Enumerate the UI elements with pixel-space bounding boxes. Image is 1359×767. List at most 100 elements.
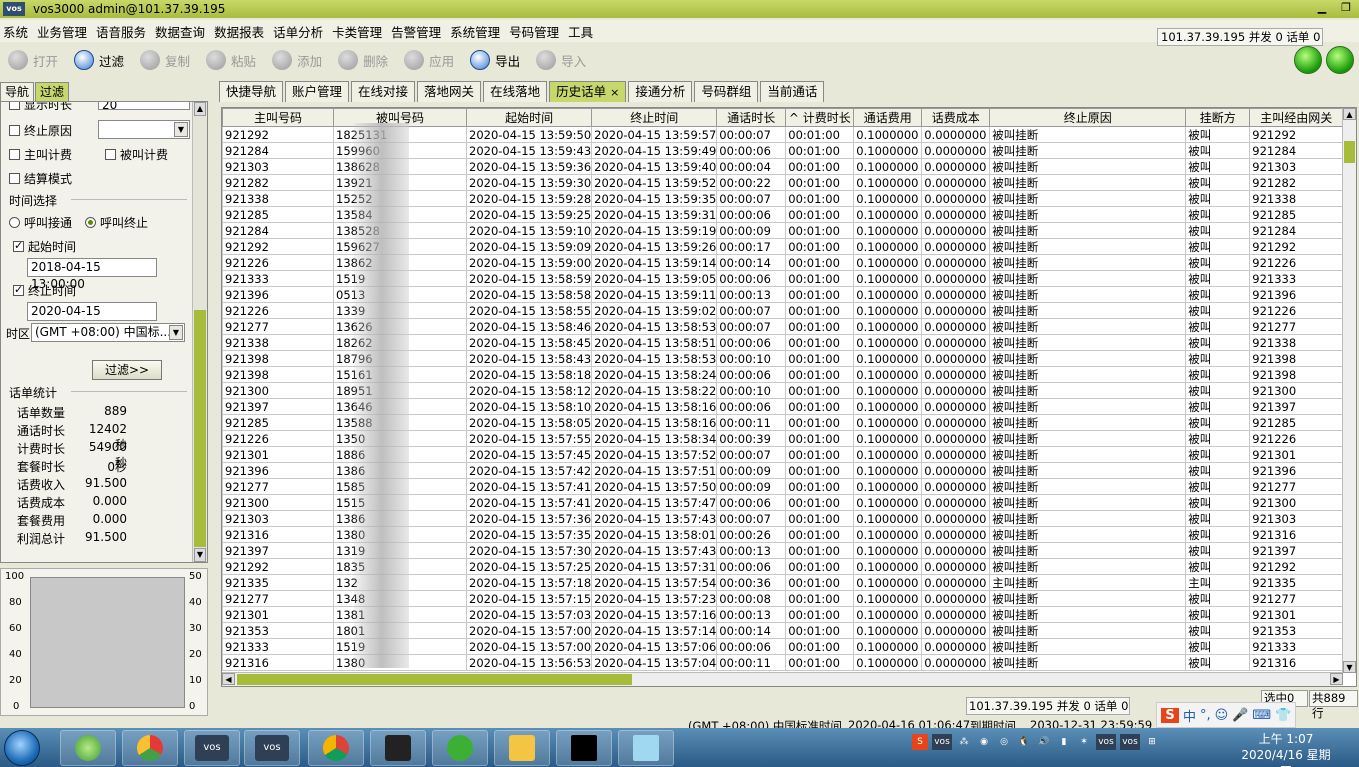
column-header[interactable]: 通话费用 — [853, 108, 923, 127]
vos-taskbar-icon[interactable]: vos — [184, 730, 240, 766]
radio-connect-row[interactable]: 呼叫接通 — [9, 214, 72, 231]
vos-taskbar-icon[interactable]: vos — [244, 730, 300, 766]
restore-button[interactable]: ❐ — [1337, 1, 1355, 14]
end-reason-checkbox[interactable] — [9, 125, 20, 136]
scroll-thumb[interactable] — [1344, 141, 1355, 163]
notepad-taskbar-icon[interactable] — [618, 730, 674, 766]
timezone-select[interactable]: (GMT +08:00) 中国标... ▼ — [31, 323, 185, 342]
paste-button[interactable]: 粘贴 — [206, 50, 256, 70]
end-time-input[interactable]: 2020-04-15 14:00:00 — [27, 302, 157, 335]
menu-voice[interactable]: 语音服务 — [93, 22, 152, 41]
vos-tray-icon[interactable]: vos — [1096, 734, 1116, 750]
scroll-up-icon[interactable]: ▲ — [194, 102, 206, 116]
tab-current-calls[interactable]: 当前通话 — [760, 81, 825, 102]
minimize-button[interactable]: ▁ — [1313, 1, 1331, 14]
app-tray-icon[interactable]: ◉ — [976, 734, 992, 750]
start-time-checkbox[interactable] — [13, 239, 24, 252]
import-button[interactable]: 导入 — [536, 50, 586, 70]
export-button[interactable]: 导出 — [470, 50, 520, 70]
tab-online-landing[interactable]: 在线落地 — [483, 81, 548, 102]
ime-emoji-icon[interactable]: ☺ — [1215, 708, 1229, 723]
start-button[interactable] — [4, 730, 40, 766]
duration-input[interactable]: 20 — [98, 102, 190, 112]
filter-button[interactable]: 过滤 — [74, 50, 124, 70]
tab-navigation[interactable]: 导航 — [0, 82, 35, 101]
explorer-taskbar-icon[interactable] — [494, 730, 550, 766]
scroll-down-icon[interactable]: ▼ — [1343, 661, 1356, 673]
menu-sysadmin[interactable]: 系统管理 — [447, 22, 506, 41]
ie-taskbar-icon[interactable] — [60, 730, 116, 766]
chrome-taskbar-icon[interactable] — [308, 730, 364, 766]
wechat-taskbar-icon[interactable] — [432, 730, 488, 766]
tab-quick-nav[interactable]: 快捷导航 — [219, 81, 284, 102]
ime-mode-chinese[interactable]: 中 — [1183, 706, 1196, 725]
duration-checkbox[interactable] — [9, 102, 20, 110]
scroll-left-icon[interactable]: ◀ — [222, 673, 235, 685]
column-header[interactable]: ^ 计费时长 — [785, 108, 855, 127]
power-icon[interactable]: ▮ — [1056, 734, 1072, 750]
settlement-checkbox[interactable] — [9, 173, 20, 184]
menu-tools[interactable]: 工具 — [565, 22, 599, 41]
left-panel-scrollbar[interactable]: ▲ ▼ — [192, 102, 207, 562]
vos-tray-icon[interactable]: vos — [932, 734, 952, 750]
ime-voice-icon[interactable]: 🎤 — [1232, 708, 1248, 723]
end-reason-select[interactable]: ▼ — [98, 120, 190, 139]
ime-tray-icon[interactable]: ⊞ — [1144, 734, 1160, 750]
menu-alarm[interactable]: 告警管理 — [388, 22, 447, 41]
browser-e-taskbar-icon[interactable] — [122, 730, 178, 766]
column-header[interactable]: 主叫号码 — [222, 108, 334, 127]
tab-number-group[interactable]: 号码群组 — [694, 81, 759, 102]
network-tray-icon[interactable]: ⁂ — [956, 734, 972, 750]
tab-history-cdr[interactable]: 历史话单 × — [549, 81, 627, 102]
scroll-down-icon[interactable]: ▼ — [194, 548, 206, 562]
tab-filter[interactable]: 过滤 — [35, 82, 70, 101]
menu-system[interactable]: 系统 — [0, 22, 34, 41]
delete-button[interactable]: 删除 — [338, 50, 388, 70]
column-header[interactable]: 终止原因 — [989, 108, 1187, 127]
menu-number[interactable]: 号码管理 — [506, 22, 565, 41]
apply-filter-button[interactable]: 过滤>> — [92, 360, 162, 380]
menu-cdr-analysis[interactable]: 话单分析 — [270, 22, 329, 41]
column-header[interactable]: 起始时间 — [465, 108, 593, 127]
ime-punctuation-icon[interactable]: °, — [1200, 708, 1211, 723]
scroll-thumb[interactable] — [194, 310, 206, 547]
close-icon[interactable]: × — [610, 86, 619, 99]
tab-landing-gateway[interactable]: 落地网关 — [417, 81, 482, 102]
caller-billing-checkbox[interactable] — [9, 149, 20, 160]
radio-end[interactable] — [85, 217, 96, 228]
column-header[interactable]: 通话时长 — [716, 108, 787, 127]
column-header[interactable]: 挂断方 — [1185, 108, 1251, 127]
radio-connect[interactable] — [9, 217, 20, 228]
tab-accounts[interactable]: 账户管理 — [285, 81, 350, 102]
column-header[interactable]: 主叫经由网关 — [1249, 108, 1344, 127]
vos-tray-icon[interactable]: vos — [1120, 734, 1140, 750]
network-tool-taskbar-icon[interactable] — [370, 730, 426, 766]
clock[interactable]: 上午 1:07 2020/4/16 星期四 — [1236, 731, 1336, 767]
scroll-right-icon[interactable]: ▶ — [1330, 673, 1343, 685]
ime-keyboard-icon[interactable]: ⌨ — [1252, 708, 1271, 723]
open-button[interactable]: 打开 — [8, 50, 58, 70]
copy-button[interactable]: 复制 — [140, 50, 190, 70]
bluetooth-icon[interactable]: ✶ — [1076, 734, 1092, 750]
column-header[interactable]: 终止时间 — [591, 108, 718, 127]
menu-report[interactable]: 数据报表 — [211, 22, 270, 41]
radio-end-row[interactable]: 呼叫终止 — [85, 214, 148, 231]
menu-business[interactable]: 业务管理 — [34, 22, 93, 41]
callee-billing-checkbox[interactable] — [105, 149, 116, 160]
start-time-input[interactable]: 2018-04-15 13:00:00 — [27, 258, 157, 291]
cmd-taskbar-icon[interactable] — [556, 730, 612, 766]
qq-tray-icon[interactable]: 🐧 — [1016, 734, 1032, 750]
menu-card[interactable]: 卡类管理 — [329, 22, 388, 41]
tab-connect-analysis[interactable]: 接通分析 — [628, 81, 693, 102]
sogou-tray-icon[interactable]: S — [912, 734, 928, 750]
table-vertical-scrollbar[interactable]: ▲ ▼ — [1342, 108, 1356, 673]
volume-icon[interactable]: 🔊 — [1036, 734, 1052, 750]
sogou-icon[interactable]: S — [1161, 707, 1179, 723]
ime-skin-icon[interactable]: 👕 — [1275, 708, 1291, 723]
tab-online-docking[interactable]: 在线对接 — [351, 81, 416, 102]
add-button[interactable]: 添加 — [272, 50, 322, 70]
wechat-tray-icon[interactable]: ◎ — [996, 734, 1012, 750]
menu-query[interactable]: 数据查询 — [152, 22, 211, 41]
table-horizontal-scrollbar[interactable]: ◀ ▶ — [222, 672, 1343, 686]
scroll-thumb[interactable] — [237, 674, 632, 685]
